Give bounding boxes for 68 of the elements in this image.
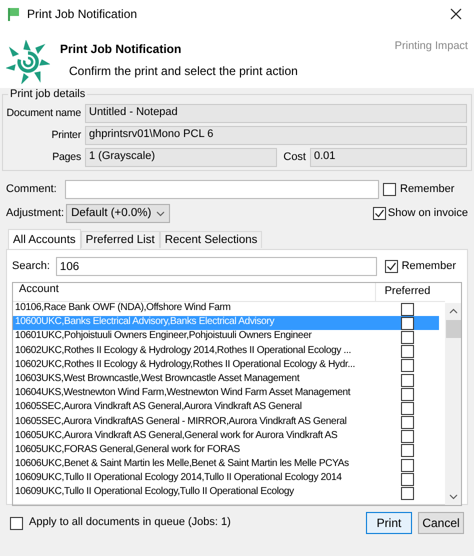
window-title: Print Job Notification	[27, 6, 138, 22]
tab[interactable]: All Accounts	[8, 229, 81, 249]
field-label: Cost	[283, 150, 306, 164]
dialog-subtitle: Confirm the print and select the print action	[69, 64, 298, 79]
column-header: Account	[18, 283, 60, 297]
checkbox[interactable]	[372, 207, 386, 220]
adjustment-dropdown[interactable]: Default (+0.0%)	[66, 204, 170, 223]
preferred-checkbox[interactable]	[400, 416, 414, 430]
document-name-field: Untitled - Notepad	[85, 104, 467, 123]
field-label: Adjustment:	[6, 206, 64, 220]
account-cell[interactable]: 10605SEC,Aurora VindkraftAS General - MIRROR,Aurora Vindkraft AS General	[13, 416, 375, 430]
preferred-checkbox[interactable]	[400, 302, 414, 316]
preferred-checkbox[interactable]	[400, 487, 414, 500]
account-cell[interactable]: 10605UKC,FORAS General,General work for FORAS	[13, 444, 375, 458]
scroll-up-icon[interactable]	[448, 307, 458, 316]
account-cell[interactable]: 10606UKC,Benet & Saint Martin les Melle,Benet & Saint Martin les Melle PCYAs	[13, 458, 375, 472]
sun-spiral-icon	[6, 40, 50, 84]
account-cell[interactable]: 10601UKC,Pohjoistuuli Owners Engineer,Pohjoistuuli Owners Engineer	[13, 330, 375, 345]
column-header: Preferred	[375, 283, 439, 301]
preferred-checkbox[interactable]	[400, 444, 414, 458]
account-cell[interactable]: 10604UKS,Westnewton Wind Farm,Westnewton Wind Farm Asset Management	[13, 387, 375, 402]
account-cell[interactable]: 10609UKC,Tullo II Operational Ecology,Tullo II Operational Ecology	[13, 486, 375, 501]
field-label: Search:	[12, 260, 50, 274]
account-cell[interactable]: 10602UKC,Rothes II Ecology & Hydrology,Rothes II Operational Ecology & Hydr...	[13, 358, 375, 373]
account-cell[interactable]: 10605SEC,Aurora Vindkraft AS General,Aurora Vindkraft AS General	[13, 401, 375, 416]
checkbox-label: Remember	[400, 182, 454, 196]
chevron-down-icon	[156, 210, 166, 216]
field-label: Document name	[6, 107, 81, 120]
field-label: Printer	[50, 129, 81, 142]
tab[interactable]: Recent Selections	[160, 231, 262, 248]
checkbox-label: Apply to all documents in queue (Jobs: 1)	[29, 516, 231, 530]
group-legend: Print job details	[8, 88, 88, 102]
preferred-checkbox[interactable]	[400, 472, 414, 486]
pages-field: 1 (Grayscale)	[85, 148, 278, 167]
preferred-checkbox[interactable]	[400, 430, 414, 444]
preferred-checkbox[interactable]	[400, 316, 414, 330]
checkbox[interactable]	[383, 183, 396, 196]
field-label: Pages	[51, 151, 81, 164]
cost-field: 0.01	[310, 148, 467, 167]
scrollbar-thumb[interactable]	[446, 320, 460, 338]
tab[interactable]: Preferred List	[80, 231, 160, 248]
account-cell[interactable]: 10106,Race Bank OWF (NDA),Offshore Wind Farm	[13, 302, 375, 316]
account-cell[interactable]: 10603UKS,West Browncastle,West Browncastle Asset Management	[13, 372, 375, 388]
print-button[interactable]: Print	[366, 512, 412, 534]
checkbox[interactable]	[384, 260, 398, 273]
checkbox-label: Remember	[402, 260, 456, 274]
cancel-button[interactable]: Cancel	[418, 512, 464, 534]
close-icon	[450, 8, 462, 20]
printer-field: ghprintsrv01\Mono PCL 6	[85, 126, 467, 145]
preferred-checkbox[interactable]	[400, 402, 414, 415]
preferred-checkbox[interactable]	[400, 330, 414, 344]
preferred-checkbox[interactable]	[400, 359, 414, 372]
brand-label: Printing Impact	[394, 40, 468, 54]
account-cell[interactable]: 10609UKC,Tullo II Operational Ecology 2014,Tullo II Operational Ecology 2014	[13, 472, 375, 486]
search-field[interactable]: 106	[56, 257, 377, 276]
dialog-heading: Print Job Notification	[60, 42, 182, 56]
preferred-checkbox[interactable]	[400, 374, 414, 387]
account-cell[interactable]: 10602UKC,Rothes II Ecology & Hydrology 2014,Rothes II Operational Ecology ...	[13, 344, 375, 359]
account-cell[interactable]: 10605UKC,Aurora Vindkraft AS General,General work for Aurora Vindkraft AS	[13, 430, 375, 444]
preferred-checkbox[interactable]	[400, 388, 414, 401]
preferred-checkbox[interactable]	[400, 458, 414, 472]
preferred-checkbox[interactable]	[400, 345, 414, 358]
checkbox[interactable]	[10, 516, 23, 530]
checkbox-label: Show on invoice	[388, 206, 468, 220]
comment-field[interactable]	[65, 180, 379, 199]
scroll-down-icon[interactable]	[448, 492, 458, 501]
flag-icon	[8, 8, 19, 20]
field-label: Comment:	[6, 182, 58, 196]
